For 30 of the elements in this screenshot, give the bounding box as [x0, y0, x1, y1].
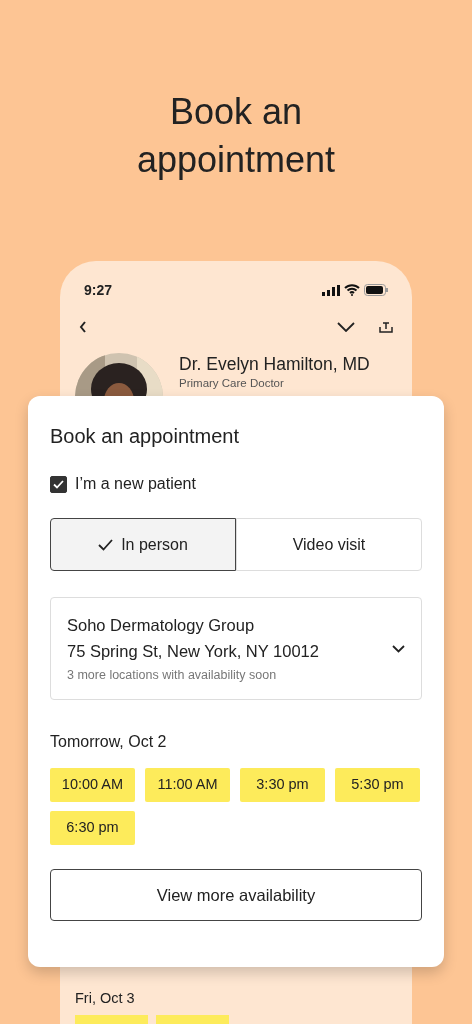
time-slot-button[interactable]: 10:00 AM [50, 768, 135, 802]
checkbox-label: I’m a new patient [75, 474, 196, 494]
location-dropdown[interactable]: Soho Dermatology Group 75 Spring St, New York, NY 10012 3 more locations with availability soon [50, 597, 422, 700]
chevron-down-icon[interactable] [337, 322, 355, 332]
check-icon [98, 538, 114, 551]
visit-type-tab[interactable]: Video visit [236, 518, 422, 571]
view-more-button[interactable]: View more availability [50, 869, 422, 921]
chevron-down-icon [392, 644, 405, 653]
status-time: 9:27 [84, 280, 113, 300]
wifi-icon [344, 284, 360, 296]
headline: Book an appointment [135, 90, 337, 182]
checkbox[interactable] [50, 475, 67, 493]
card-title: Book an appointment [50, 424, 241, 448]
battery-icon [364, 284, 388, 296]
signal-icon [322, 284, 340, 296]
time-slot-button[interactable]: 11:00 AM [145, 768, 230, 802]
time-slot-button[interactable]: 6:30 pm [50, 811, 135, 845]
doctor-specialty: Primary Care Doctor [179, 376, 285, 390]
doctor-name: Dr. Evelyn Hamilton, MD [179, 353, 370, 375]
back-icon[interactable] [79, 321, 87, 333]
day-heading: Tomorrow, Oct 2 [50, 732, 168, 752]
time-slot-button[interactable]: 3:30 pm [240, 768, 325, 802]
location-address: 75 Spring St, New York, NY 10012 [67, 641, 319, 663]
time-slot-button[interactable]: 5:30 pm [335, 768, 420, 802]
share-icon[interactable] [379, 321, 393, 333]
visit-type-tab[interactable]: In person [50, 518, 236, 571]
check-icon [53, 479, 64, 489]
day-heading: Fri, Oct 3 [75, 989, 136, 1007]
location-note: 3 more locations with availability soon [67, 667, 278, 685]
location-name: Soho Dermatology Group [67, 615, 256, 637]
